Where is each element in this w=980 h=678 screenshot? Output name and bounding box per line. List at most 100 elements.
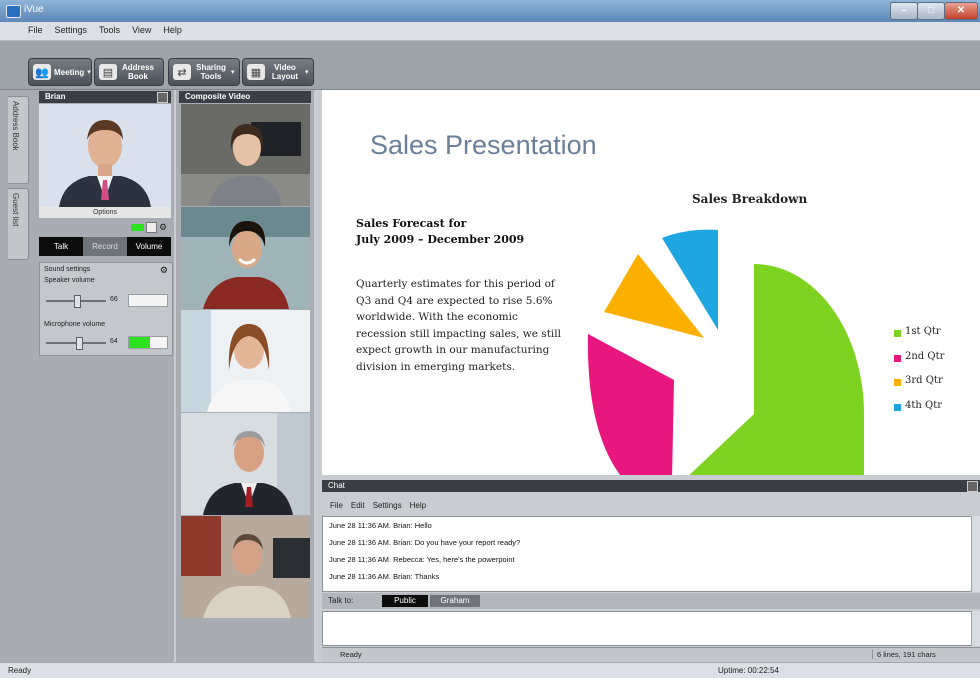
chat-log[interactable]: June 28 11:36 AM. Brian: Hello June 28 1… — [322, 516, 974, 592]
status-text: Ready — [8, 666, 32, 675]
sound-settings-panel: Sound settings ⚙ Speaker volume 66 Micro… — [39, 262, 173, 356]
speaker-volume-label: Speaker volume — [44, 277, 95, 284]
talk-to-label: Talk to: — [328, 596, 354, 605]
chat-counter: 6 lines, 191 chars — [872, 650, 936, 659]
chat-menu-file[interactable]: File — [330, 501, 343, 510]
talk-tab-graham[interactable]: Graham — [430, 595, 480, 607]
shared-presentation: Sales Presentation Sales Forecast for Ju… — [322, 90, 980, 475]
legend-item: 2nd Qtr — [894, 351, 944, 376]
chat-message: June 28 11:36 AM. Brian: Hello — [329, 521, 432, 530]
microphone-level-meter — [128, 336, 168, 349]
participant-photo — [181, 207, 310, 309]
video-tile[interactable] — [181, 413, 310, 515]
legend-item: 1st Qtr — [894, 326, 944, 351]
signal-indicator — [131, 224, 144, 231]
maximize-icon: □ — [927, 5, 935, 16]
legend-item: 3rd Qtr — [894, 375, 944, 400]
side-tab-strip: Address Book Guest list — [0, 90, 36, 662]
forecast-heading: Sales Forecast for July 2009 – December … — [356, 217, 525, 246]
speaker-volume-handle[interactable] — [73, 295, 81, 308]
chat-status-bar: Ready 6 lines, 191 chars — [322, 647, 980, 662]
chat-close-button[interactable] — [967, 481, 978, 492]
talk-tab-public[interactable]: Public — [382, 595, 428, 607]
options-button[interactable]: Options — [39, 207, 171, 218]
sharing-icon: ⇄ — [173, 64, 191, 80]
chat-message-input[interactable] — [322, 611, 974, 646]
chat-header: Chat — [322, 480, 980, 492]
menu-settings[interactable]: Settings — [49, 22, 94, 35]
window-title: iVue — [24, 4, 44, 15]
video-layout-button[interactable]: ▦ Video Layout ▾ — [242, 58, 314, 86]
chat-menu-edit[interactable]: Edit — [351, 501, 365, 510]
slide-body-text: Quarterly estimates for this period of Q… — [356, 278, 561, 373]
pie-slice-2nd-qtr — [587, 334, 674, 475]
minimize-icon: – — [901, 5, 907, 16]
microphone-volume-handle[interactable] — [76, 337, 84, 350]
tab-guest-list[interactable]: Guest list — [8, 188, 29, 260]
participant-name: Brian — [45, 92, 66, 101]
participant-photo — [39, 104, 171, 207]
chat-menu-bar: File Edit Settings Help — [322, 500, 980, 512]
composite-video-header: Composite Video — [179, 91, 311, 103]
chat-log-scrollbar[interactable] — [971, 516, 980, 592]
status-toggle[interactable] — [146, 222, 157, 233]
speaker-level-meter — [128, 294, 168, 307]
video-tile[interactable] — [181, 207, 310, 309]
chart-legend: 1st Qtr 2nd Qtr 3rd Qtr 4th Qtr — [894, 326, 944, 424]
chat-message: June 28 11:36 AM. Rebecca: Yes, here's t… — [329, 555, 515, 564]
meeting-button[interactable]: 👥 Meeting ▾ — [28, 58, 92, 86]
address-book-button[interactable]: ▤ Address Book — [94, 58, 164, 86]
close-button[interactable]: ✕ — [944, 2, 978, 20]
menu-file[interactable]: File — [22, 22, 49, 35]
video-tile[interactable] — [181, 516, 310, 618]
chart-title: Sales Breakdown — [692, 192, 808, 206]
menu-tools[interactable]: Tools — [93, 22, 126, 35]
chat-menu-settings[interactable]: Settings — [373, 501, 402, 510]
close-icon: ✕ — [956, 5, 966, 16]
chevron-down-icon: ▾ — [231, 69, 235, 76]
slide-title: Sales Presentation — [370, 130, 597, 160]
menu-view[interactable]: View — [126, 22, 157, 35]
minimize-button[interactable]: – — [890, 2, 918, 20]
video-layout-icon: ▦ — [247, 64, 265, 80]
record-button[interactable]: Record — [83, 237, 127, 256]
title-bar: iVue – □ ✕ — [0, 0, 980, 22]
settings-icon[interactable]: ⚙ — [159, 222, 169, 232]
legend-swatch — [894, 330, 901, 337]
chat-status-text: Ready — [340, 650, 362, 659]
chat-title: Chat — [328, 481, 345, 490]
close-panel-button[interactable] — [157, 92, 168, 103]
speaker-volume-value: 66 — [110, 296, 118, 303]
maximize-button[interactable]: □ — [917, 2, 945, 20]
legend-swatch — [894, 379, 901, 386]
chat-message: June 28 11:36 AM. Brian: Thanks — [329, 572, 440, 581]
legend-item: 4th Qtr — [894, 400, 944, 425]
video-tile[interactable] — [181, 310, 310, 412]
participant-header: Brian — [39, 91, 171, 103]
microphone-volume-slider[interactable] — [46, 337, 106, 350]
chat-menu-help[interactable]: Help — [410, 501, 426, 510]
sharing-tools-button[interactable]: ⇄ Sharing Tools ▾ — [168, 58, 240, 86]
participant-video — [39, 104, 171, 207]
video-tile[interactable] — [181, 104, 310, 206]
chat-message: June 28 11:36 AM. Brian: Do you have you… — [329, 538, 521, 547]
participant-photo — [181, 104, 310, 206]
talk-to-bar: Talk to: Public Graham — [322, 593, 980, 609]
tab-address-book[interactable]: Address Book — [8, 96, 29, 184]
settings-icon[interactable]: ⚙ — [160, 265, 168, 276]
chevron-down-icon: ▾ — [305, 69, 309, 76]
participant-photo — [181, 310, 310, 412]
speaker-volume-slider[interactable] — [46, 295, 106, 308]
menu-help[interactable]: Help — [157, 22, 188, 35]
microphone-volume-label: Microphone volume — [44, 321, 106, 328]
participant-photo — [181, 413, 310, 515]
menu-bar: File Settings Tools View Help — [0, 22, 980, 41]
legend-swatch — [894, 403, 901, 411]
talk-button[interactable]: Talk — [39, 237, 83, 256]
volume-button[interactable]: Volume — [127, 237, 171, 256]
chevron-down-icon: ▾ — [87, 69, 91, 76]
chat-input-scrollbar[interactable] — [971, 611, 980, 646]
uptime-text: Uptime: 00:22:54 — [718, 666, 779, 675]
microphone-volume-value: 64 — [110, 338, 118, 345]
app-icon — [6, 5, 21, 18]
